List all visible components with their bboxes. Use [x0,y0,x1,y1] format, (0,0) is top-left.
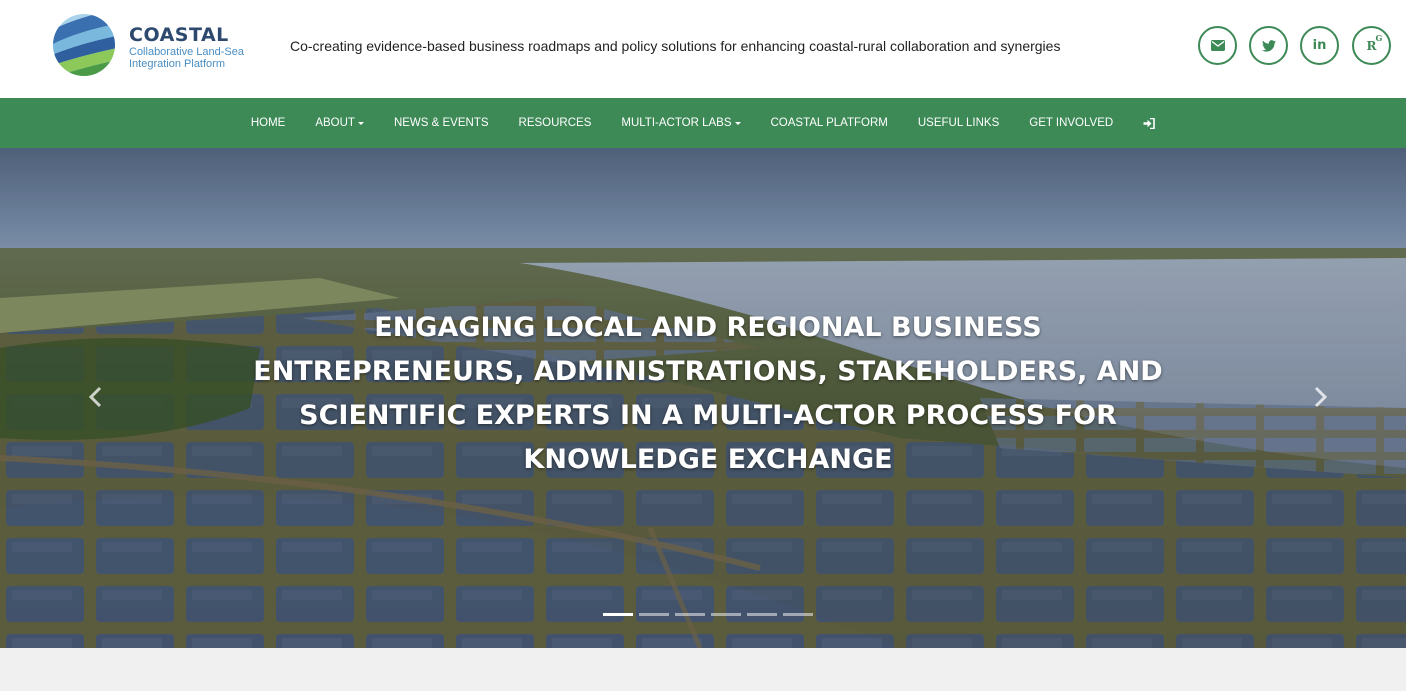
carousel-indicator-3[interactable] [675,613,705,616]
linkedin-button[interactable]: in [1300,26,1339,65]
caret-down-icon [734,121,741,125]
carousel-indicator-2[interactable] [639,613,669,616]
hero-caption: ENGAGING LOCAL AND REGIONAL BUSINESS ENT… [253,312,1163,475]
nav-resources[interactable]: RESOURCES [504,117,607,129]
carousel-prev-button[interactable] [84,385,108,409]
email-button[interactable] [1198,26,1237,65]
main-nav: HOME ABOUT NEWS & EVENTS RESOURCES MULTI… [0,98,1406,148]
nav-news-events[interactable]: NEWS & EVENTS [379,117,504,129]
tagline: Co-creating evidence-based business road… [290,38,1061,54]
chevron-right-icon [1314,386,1328,408]
brand-subtitle-2: Integration Platform [129,58,225,70]
twitter-icon [1261,39,1276,52]
login-button[interactable] [1128,117,1170,129]
sign-in-icon [1143,117,1155,129]
content-area [0,648,1406,691]
nav-home[interactable]: HOME [236,117,301,129]
carousel-indicator-6[interactable] [783,613,813,616]
linkedin-icon: in [1312,38,1327,53]
brand-name: COASTAL [129,24,229,46]
caret-down-icon [357,121,364,125]
nav-coastal-platform[interactable]: COASTAL PLATFORM [756,117,903,129]
twitter-button[interactable] [1249,26,1288,65]
carousel-indicator-4[interactable] [711,613,741,616]
brand-subtitle-1: Collaborative Land-Sea [129,46,244,58]
coastal-logo-icon [53,14,115,76]
nav-multi-actor-labs[interactable]: MULTI-ACTOR LABS [606,117,755,129]
carousel-indicator-5[interactable] [747,613,777,616]
nav-get-involved[interactable]: GET INVOLVED [1014,117,1128,129]
carousel-indicator-1[interactable] [603,613,633,616]
email-icon [1210,40,1225,51]
researchgate-button[interactable]: RG [1352,26,1391,65]
carousel-indicators [603,613,813,616]
nav-about[interactable]: ABOUT [300,117,379,129]
carousel-next-button[interactable] [1308,385,1332,409]
chevron-left-icon [88,386,102,408]
hero-carousel: ENGAGING LOCAL AND REGIONAL BUSINESS ENT… [0,148,1406,648]
nav-useful-links[interactable]: USEFUL LINKS [903,117,1014,129]
site-header: COASTAL Collaborative Land-Sea Integrati… [0,0,1406,98]
researchgate-icon: RG [1366,32,1383,53]
